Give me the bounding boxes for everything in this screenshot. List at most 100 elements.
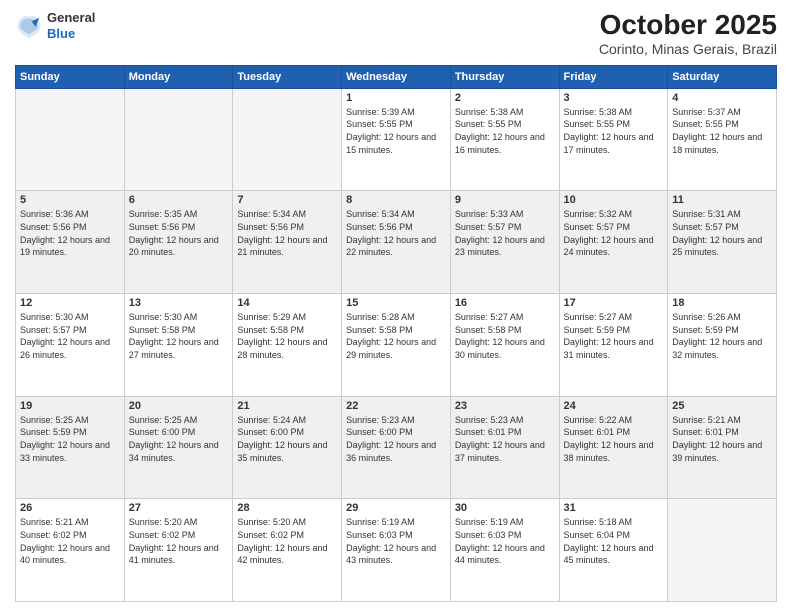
header: General Blue October 2025 Corinto, Minas… — [15, 10, 777, 57]
day-number: 6 — [129, 194, 229, 206]
col-monday: Monday — [124, 65, 233, 88]
calendar-cell: 15Sunrise: 5:28 AM Sunset: 5:58 PM Dayli… — [342, 294, 451, 397]
calendar-cell: 27 Sunrise: 5:20 AM Sunset: 6:02 PM Dayli… — [124, 499, 233, 602]
day-number: 30 — [455, 502, 555, 514]
calendar-cell — [124, 88, 233, 191]
logo-blue: Blue — [47, 26, 75, 41]
calendar-row: 1Sunrise: 5:39 AM Sunset: 5:55 PM Daylig… — [16, 88, 777, 191]
logo-general: General — [47, 10, 95, 25]
logo-icon — [15, 12, 43, 40]
calendar-cell: 22Sunrise: 5:23 AM Sunset: 6:00 PM Dayli… — [342, 396, 451, 499]
calendar-cell: 23 Sunrise: 5:23 AM Sunset: 6:01 PM Dayli… — [450, 396, 559, 499]
calendar-cell: 21 Sunrise: 5:24 AM Sunset: 6:00 PM Dayli… — [233, 396, 342, 499]
calendar-cell: 6 Sunrise: 5:35 AM Sunset: 5:56 PM Daylig… — [124, 191, 233, 294]
calendar-cell: 1Sunrise: 5:39 AM Sunset: 5:55 PM Daylig… — [342, 88, 451, 191]
calendar-row: 12Sunrise: 5:30 AM Sunset: 5:57 PM Dayli… — [16, 294, 777, 397]
day-number: 17 — [564, 297, 664, 309]
calendar-cell: 11 Sunrise: 5:31 AM Sunset: 5:57 PM Dayli… — [668, 191, 777, 294]
day-number: 27 — [129, 502, 229, 514]
day-number: 22 — [346, 400, 446, 412]
calendar-table: Sunday Monday Tuesday Wednesday Thursday… — [15, 65, 777, 602]
day-number: 26 — [20, 502, 120, 514]
day-number: 18 — [672, 297, 772, 309]
calendar-cell — [233, 88, 342, 191]
day-number: 8 — [346, 194, 446, 206]
day-info: Sunrise: 5:31 AM Sunset: 5:57 PM Dayligh… — [672, 208, 772, 258]
day-info: Sunrise: 5:23 AM Sunset: 6:01 PM Dayligh… — [455, 414, 555, 464]
day-info: Sunrise: 5:38 AM Sunset: 5:55 PM Dayligh… — [455, 106, 555, 156]
day-info: Sunrise: 5:35 AM Sunset: 5:56 PM Dayligh… — [129, 208, 229, 258]
calendar-cell: 24Sunrise: 5:22 AM Sunset: 6:01 PM Dayli… — [559, 396, 668, 499]
day-info: Sunrise: 5:33 AM Sunset: 5:57 PM Dayligh… — [455, 208, 555, 258]
calendar-cell: 29Sunrise: 5:19 AM Sunset: 6:03 PM Dayli… — [342, 499, 451, 602]
col-thursday: Thursday — [450, 65, 559, 88]
day-number: 14 — [237, 297, 337, 309]
page: General Blue October 2025 Corinto, Minas… — [0, 0, 792, 612]
day-number: 10 — [564, 194, 664, 206]
title-block: October 2025 Corinto, Minas Gerais, Braz… — [599, 10, 777, 57]
day-info: Sunrise: 5:22 AM Sunset: 6:01 PM Dayligh… — [564, 414, 664, 464]
day-info: Sunrise: 5:21 AM Sunset: 6:02 PM Dayligh… — [20, 516, 120, 566]
day-info: Sunrise: 5:19 AM Sunset: 6:03 PM Dayligh… — [346, 516, 446, 566]
day-info: Sunrise: 5:30 AM Sunset: 5:58 PM Dayligh… — [129, 311, 229, 361]
day-info: Sunrise: 5:25 AM Sunset: 6:00 PM Dayligh… — [129, 414, 229, 464]
col-friday: Friday — [559, 65, 668, 88]
day-info: Sunrise: 5:27 AM Sunset: 5:59 PM Dayligh… — [564, 311, 664, 361]
day-number: 21 — [237, 400, 337, 412]
day-number: 9 — [455, 194, 555, 206]
calendar-cell: 26 Sunrise: 5:21 AM Sunset: 6:02 PM Dayli… — [16, 499, 125, 602]
logo-text: General Blue — [47, 10, 95, 41]
calendar-cell — [668, 499, 777, 602]
calendar-cell: 25 Sunrise: 5:21 AM Sunset: 6:01 PM Dayli… — [668, 396, 777, 499]
calendar-cell: 13 Sunrise: 5:30 AM Sunset: 5:58 PM Dayli… — [124, 294, 233, 397]
calendar-cell: 14 Sunrise: 5:29 AM Sunset: 5:58 PM Dayli… — [233, 294, 342, 397]
col-saturday: Saturday — [668, 65, 777, 88]
day-number: 11 — [672, 194, 772, 206]
calendar-cell: 12Sunrise: 5:30 AM Sunset: 5:57 PM Dayli… — [16, 294, 125, 397]
calendar-cell: 17 Sunrise: 5:27 AM Sunset: 5:59 PM Dayli… — [559, 294, 668, 397]
calendar-row: 5Sunrise: 5:36 AM Sunset: 5:56 PM Daylig… — [16, 191, 777, 294]
day-info: Sunrise: 5:32 AM Sunset: 5:57 PM Dayligh… — [564, 208, 664, 258]
col-tuesday: Tuesday — [233, 65, 342, 88]
day-info: Sunrise: 5:24 AM Sunset: 6:00 PM Dayligh… — [237, 414, 337, 464]
day-info: Sunrise: 5:27 AM Sunset: 5:58 PM Dayligh… — [455, 311, 555, 361]
day-info: Sunrise: 5:30 AM Sunset: 5:57 PM Dayligh… — [20, 311, 120, 361]
day-number: 28 — [237, 502, 337, 514]
day-number: 25 — [672, 400, 772, 412]
calendar-location: Corinto, Minas Gerais, Brazil — [599, 41, 777, 57]
day-number: 2 — [455, 92, 555, 104]
calendar-cell: 18Sunrise: 5:26 AM Sunset: 5:59 PM Dayli… — [668, 294, 777, 397]
day-number: 19 — [20, 400, 120, 412]
day-number: 16 — [455, 297, 555, 309]
calendar-cell — [16, 88, 125, 191]
calendar-cell: 30Sunrise: 5:19 AM Sunset: 6:03 PM Dayli… — [450, 499, 559, 602]
day-info: Sunrise: 5:20 AM Sunset: 6:02 PM Dayligh… — [129, 516, 229, 566]
calendar-title: October 2025 — [599, 10, 777, 41]
day-info: Sunrise: 5:34 AM Sunset: 5:56 PM Dayligh… — [346, 208, 446, 258]
day-number: 4 — [672, 92, 772, 104]
calendar-cell: 4 Sunrise: 5:37 AM Sunset: 5:55 PM Daylig… — [668, 88, 777, 191]
calendar-cell: 9 Sunrise: 5:33 AM Sunset: 5:57 PM Daylig… — [450, 191, 559, 294]
calendar-row: 19Sunrise: 5:25 AM Sunset: 5:59 PM Dayli… — [16, 396, 777, 499]
calendar-cell: 8 Sunrise: 5:34 AM Sunset: 5:56 PM Daylig… — [342, 191, 451, 294]
day-info: Sunrise: 5:38 AM Sunset: 5:55 PM Dayligh… — [564, 106, 664, 156]
day-number: 20 — [129, 400, 229, 412]
calendar-cell: 16 Sunrise: 5:27 AM Sunset: 5:58 PM Dayli… — [450, 294, 559, 397]
calendar-cell: 28Sunrise: 5:20 AM Sunset: 6:02 PM Dayli… — [233, 499, 342, 602]
day-number: 13 — [129, 297, 229, 309]
day-info: Sunrise: 5:34 AM Sunset: 5:56 PM Dayligh… — [237, 208, 337, 258]
logo: General Blue — [15, 10, 95, 41]
calendar-cell: 7 Sunrise: 5:34 AM Sunset: 5:56 PM Daylig… — [233, 191, 342, 294]
col-wednesday: Wednesday — [342, 65, 451, 88]
day-number: 7 — [237, 194, 337, 206]
day-number: 23 — [455, 400, 555, 412]
day-number: 5 — [20, 194, 120, 206]
day-number: 1 — [346, 92, 446, 104]
col-sunday: Sunday — [16, 65, 125, 88]
day-info: Sunrise: 5:21 AM Sunset: 6:01 PM Dayligh… — [672, 414, 772, 464]
calendar-cell: 10 Sunrise: 5:32 AM Sunset: 5:57 PM Dayli… — [559, 191, 668, 294]
calendar-cell: 5Sunrise: 5:36 AM Sunset: 5:56 PM Daylig… — [16, 191, 125, 294]
day-info: Sunrise: 5:29 AM Sunset: 5:58 PM Dayligh… — [237, 311, 337, 361]
day-info: Sunrise: 5:37 AM Sunset: 5:55 PM Dayligh… — [672, 106, 772, 156]
day-number: 3 — [564, 92, 664, 104]
